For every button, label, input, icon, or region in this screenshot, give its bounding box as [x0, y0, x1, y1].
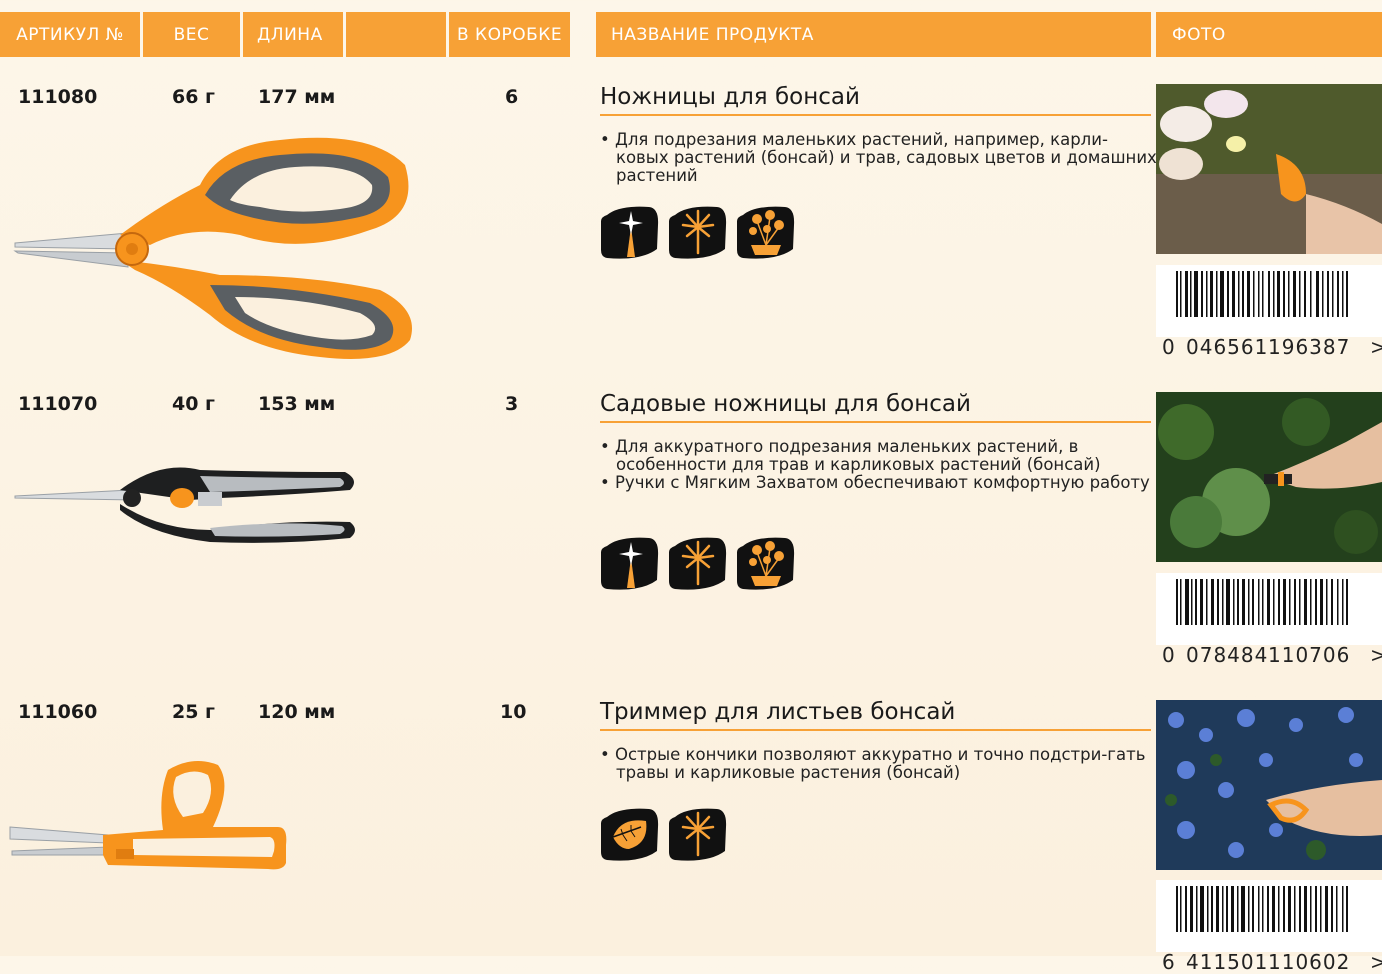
- length-value: 177 мм: [258, 86, 336, 108]
- feature-icons: [601, 807, 727, 861]
- length-value: 153 мм: [258, 393, 336, 415]
- product-description: • Для подрезания маленьких растений, нап…: [600, 131, 1160, 185]
- potted-plant-icon: [737, 537, 795, 590]
- barcode-bars: [1176, 271, 1348, 317]
- product-photo: [1156, 392, 1382, 562]
- bullet-point: • Острые кончики позволяют аккуратно и т…: [600, 745, 1146, 782]
- product-description: • Для аккуратного подрезания маленьких р…: [600, 438, 1160, 492]
- bonsai-leaf-trimmer-image: [9, 761, 287, 870]
- article-number: 111060: [18, 701, 98, 723]
- article-number: 111080: [18, 86, 98, 108]
- weight-value: 66 г: [172, 86, 215, 108]
- column-header-article: АРТИКУЛ №: [0, 12, 140, 57]
- barcode-bars: [1176, 886, 1348, 932]
- flower-icon: [669, 808, 727, 861]
- column-header-blank: [346, 12, 446, 57]
- bonsai-scissors-image: [13, 137, 412, 359]
- column-header-name: НАЗВАНИЕ ПРОДУКТА: [596, 12, 1151, 57]
- product-description: • Острые кончики позволяют аккуратно и т…: [600, 746, 1160, 782]
- column-header-weight: ВЕС: [143, 12, 240, 57]
- precision-icon: [601, 537, 659, 590]
- leaf-icon: [601, 808, 659, 861]
- column-header-box: В КОРОБКЕ: [449, 12, 570, 57]
- flower-icon: [669, 537, 727, 590]
- weight-value: 25 г: [172, 701, 215, 723]
- barcode-bars: [1176, 579, 1348, 625]
- length-value: 120 мм: [258, 701, 336, 723]
- product-title: Ножницы для бонсай: [600, 84, 1151, 116]
- box-quantity: 10: [500, 701, 527, 723]
- barcode: 6 411501 110602 >: [1156, 880, 1382, 974]
- precision-icon: [601, 206, 659, 259]
- flower-icon: [669, 206, 727, 259]
- bullet-point: • Для подрезания маленьких растений, нап…: [600, 130, 1157, 185]
- box-quantity: 6: [505, 86, 519, 108]
- product-photo: [1156, 84, 1382, 254]
- article-number: 111070: [18, 393, 98, 415]
- product-title: Триммер для листьев бонсай: [600, 699, 1151, 731]
- barcode: 0 078484 110706 >: [1156, 573, 1382, 667]
- barcode: 0 046561 196387 >: [1156, 265, 1382, 359]
- box-quantity: 3: [505, 393, 519, 415]
- product-title: Садовые ножницы для бонсай: [600, 391, 1151, 423]
- bullet-point: • Ручки с Мягким Захватом обеспечивают к…: [600, 473, 1150, 492]
- feature-icons: [601, 205, 795, 259]
- feature-icons: [601, 536, 795, 590]
- column-header-photo: ФОТО: [1156, 12, 1382, 57]
- bullet-point: • Для аккуратного подрезания маленьких р…: [600, 437, 1101, 474]
- column-header-length: ДЛИНА: [243, 12, 343, 57]
- garden-bonsai-scissors-image: [14, 467, 355, 543]
- potted-plant-icon: [737, 206, 795, 259]
- weight-value: 40 г: [172, 393, 215, 415]
- product-photo: [1156, 700, 1382, 870]
